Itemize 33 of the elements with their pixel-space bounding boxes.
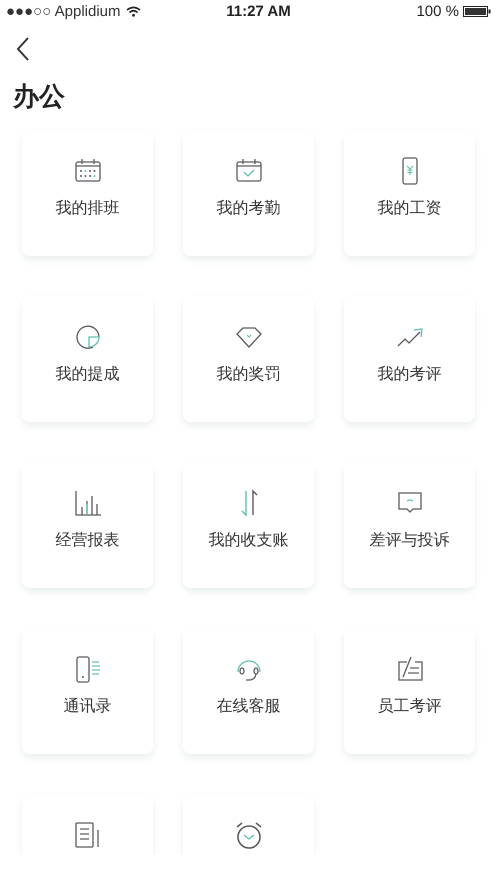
- clock-time: 11:27 AM: [226, 2, 291, 20]
- tile-label: 我的排班: [56, 198, 120, 219]
- tile-label: 我的工资: [378, 198, 442, 219]
- menu-tile[interactable]: 员工考评: [344, 628, 475, 754]
- menu-tile[interactable]: 我的考评: [344, 296, 475, 422]
- tile-label: 员工考评: [378, 696, 442, 717]
- menu-tile[interactable]: 我的收支账: [183, 462, 314, 588]
- menu-tile[interactable]: 我的奖罚: [183, 296, 314, 422]
- tile-label: 在线客服: [216, 696, 280, 717]
- bar-chart-icon: [72, 488, 102, 518]
- page-title: 办公: [12, 81, 66, 114]
- tile-label: 差评与投诉: [370, 530, 450, 551]
- battery-icon: [462, 6, 491, 16]
- menu-tile[interactable]: 我的排班: [22, 130, 153, 256]
- alarm-clock-icon: [234, 820, 264, 850]
- tile-label: 我的提成: [56, 364, 120, 385]
- back-icon[interactable]: [16, 37, 30, 61]
- menu-tile[interactable]: 我的工资: [344, 130, 475, 256]
- menu-tile[interactable]: 通讯录: [22, 628, 153, 754]
- tile-label: 我的奖罚: [216, 364, 280, 385]
- menu-tile[interactable]: 差评与投诉: [344, 462, 475, 588]
- menu-tile[interactable]: 经营报表: [22, 462, 153, 588]
- carrier-label: ●●●○○ Applidium: [6, 2, 121, 20]
- menu-tile[interactable]: 在线客服: [183, 628, 314, 754]
- tile-label: 我的收支账: [208, 530, 288, 551]
- tile-label: 我的考勤: [216, 198, 280, 219]
- battery-percent: 100 %: [416, 2, 459, 20]
- tile-label: 通讯录: [64, 696, 112, 717]
- menu-tile[interactable]: 我的提成: [22, 296, 153, 422]
- wifi-icon: [126, 6, 141, 16]
- menu-tile[interactable]: 我的考勤: [183, 130, 314, 256]
- tile-label: 经营报表: [56, 530, 120, 551]
- tile-label: 我的考评: [378, 364, 442, 385]
